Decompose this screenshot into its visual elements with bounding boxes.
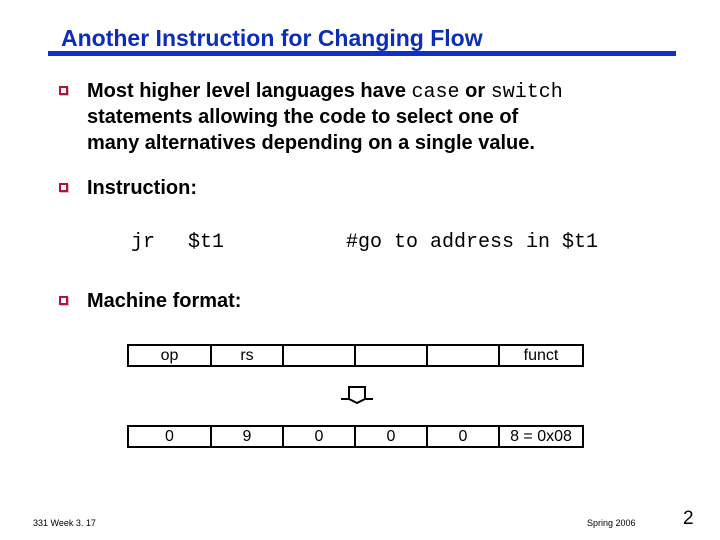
field-rs: rs <box>212 346 284 365</box>
field-shamt <box>428 346 500 365</box>
value-rt: 0 <box>284 427 356 446</box>
value-rd: 0 <box>356 427 428 446</box>
instruction-opcode: jr <box>131 231 156 254</box>
bullet-1-line-3: many alternatives depending on a single … <box>87 132 535 154</box>
bullet-1-line-2: statements allowing the code to select o… <box>87 106 519 128</box>
bullet-1-text-a: Most higher level languages have <box>87 80 412 102</box>
value-funct: 8 = 0x08 <box>510 428 572 445</box>
title-underline <box>48 51 676 56</box>
value-op: 0 <box>129 427 212 446</box>
footer-course: 331 Week 3. 17 <box>33 518 96 528</box>
bullet-2-text: Instruction: <box>87 177 197 199</box>
format-field-names-row: op rs funct <box>127 344 584 367</box>
field-rd <box>356 346 428 365</box>
down-arrow-icon <box>341 386 373 405</box>
page-number: 2 <box>683 508 694 529</box>
square-bullet-icon <box>59 296 68 305</box>
code-switch: switch <box>490 81 563 104</box>
code-case: case <box>411 81 460 104</box>
format-field-values-row: 0 9 0 0 0 8 = 0x08 <box>127 425 584 448</box>
field-op: op <box>129 346 212 365</box>
square-bullet-icon <box>59 86 68 95</box>
bullet-1-text-b: or <box>459 80 491 102</box>
footer-term: Spring 2006 <box>587 518 636 528</box>
bullet-1-line-1: Most higher level languages have case or… <box>87 78 563 106</box>
instruction-operand: $t1 <box>188 231 225 254</box>
value-shamt: 0 <box>428 427 500 446</box>
field-rt <box>284 346 356 365</box>
slide-title: Another Instruction for Changing Flow <box>61 25 483 51</box>
instruction-comment: #go to address in $t1 <box>346 231 599 254</box>
value-rs: 9 <box>212 427 284 446</box>
field-funct: funct <box>523 347 559 364</box>
bullet-3-text: Machine format: <box>87 290 242 312</box>
square-bullet-icon <box>59 183 68 192</box>
